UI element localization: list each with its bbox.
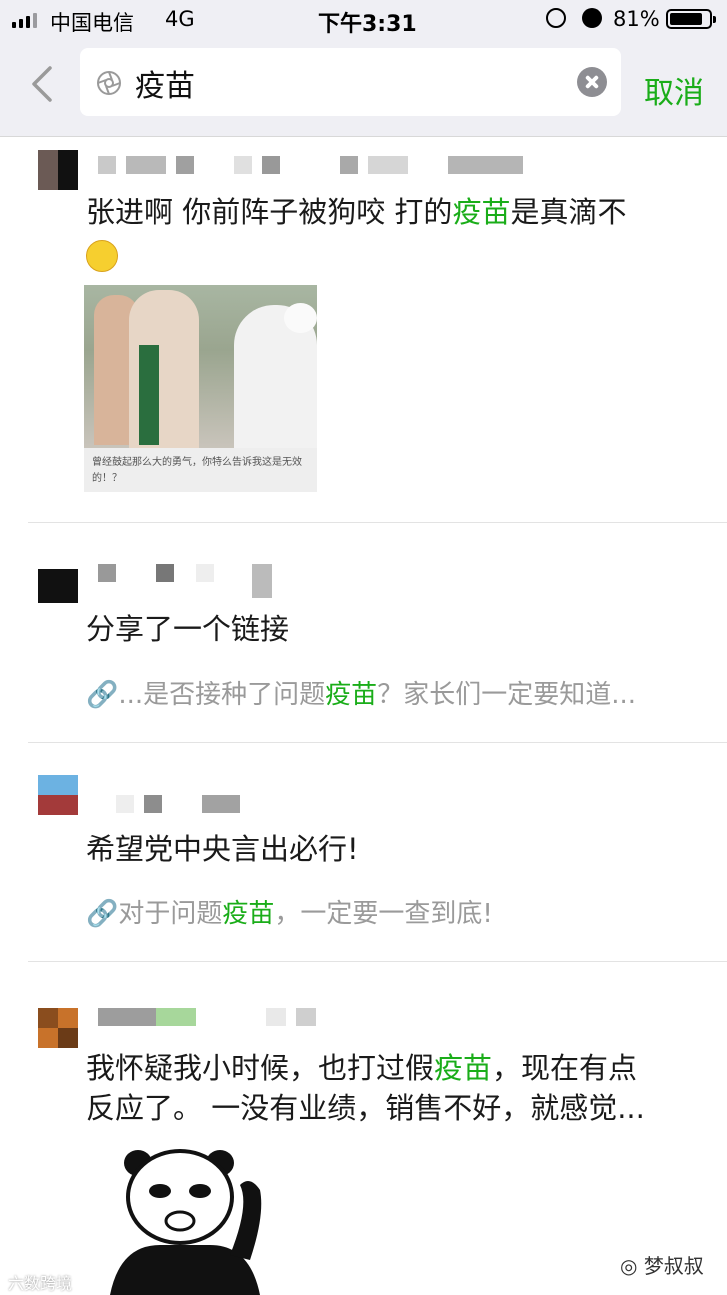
post-text: 张进啊 你前阵子被狗咬 打的疫苗是真滴不 xyxy=(86,192,626,232)
divider xyxy=(28,742,727,743)
link-icon: 🔗 xyxy=(86,899,119,929)
clear-icon[interactable] xyxy=(577,67,607,97)
image-caption: 曾经鼓起那么大的勇气，你特么告诉我这是无效的！？ xyxy=(92,457,302,484)
avatar[interactable] xyxy=(38,775,78,815)
keyword-highlight: 疫苗 xyxy=(325,680,378,710)
link-icon: 🔗 xyxy=(86,680,119,710)
divider xyxy=(28,961,727,962)
author-name-redacted xyxy=(98,156,523,174)
post-text: 我怀疑我小时候，也打过假疫苗，现在有点 xyxy=(86,1048,637,1088)
avatar[interactable] xyxy=(38,1008,78,1048)
post-text: 希望党中央言出必行! xyxy=(86,832,359,866)
link-text: 对于问题 xyxy=(118,899,223,929)
carrier-label: 中国电信 xyxy=(50,11,134,35)
watermark-text: 梦叔叔 xyxy=(643,1254,704,1278)
shared-link[interactable]: 🔗...是否接种了问题疫苗？家长们一定要知道... xyxy=(86,674,636,711)
link-text: ...是否接种了问题 xyxy=(118,680,326,710)
cancel-button[interactable]: 取消 xyxy=(644,68,704,112)
link-text: ，一定要一查到底! xyxy=(274,899,493,929)
signal-icon xyxy=(12,12,37,28)
divider xyxy=(28,522,727,523)
search-field[interactable]: 疫苗 xyxy=(80,48,621,116)
panda-meme-image[interactable] xyxy=(100,1145,270,1295)
search-input[interactable]: 疫苗 xyxy=(135,61,195,105)
post-text-part: 张进啊 你前阵子被狗咬 打的 xyxy=(86,195,453,229)
post-image[interactable]: 曾经鼓起那么大的勇气，你特么告诉我这是无效的！？ xyxy=(84,285,317,492)
vaccination-photo xyxy=(84,285,317,448)
keyword-highlight: 疫苗 xyxy=(222,899,275,929)
post-text-line2: 反应了。 一没有业绩，销售不好，就感觉... xyxy=(86,1091,645,1125)
author-name-redacted xyxy=(98,564,272,598)
network-label: 4G xyxy=(165,7,195,31)
post-text: 分享了一个链接 xyxy=(86,612,290,646)
chevron-left-icon xyxy=(32,66,52,102)
status-bar: 中国电信 4G 下午3:31 81% xyxy=(0,0,727,40)
author-name-redacted xyxy=(98,1008,316,1026)
battery-fill xyxy=(670,13,703,25)
post-text-part: ，现在有点 xyxy=(492,1051,638,1085)
watermark-left: 六数跨境 xyxy=(8,1274,73,1293)
battery-icon xyxy=(666,9,716,29)
avatar[interactable] xyxy=(38,563,78,603)
keyword-highlight: 疫苗 xyxy=(452,195,511,229)
emoji-icon xyxy=(86,236,118,272)
post-text-part: 我怀疑我小时候，也打过假 xyxy=(86,1051,435,1085)
shared-link[interactable]: 🔗对于问题疫苗，一定要一查到底! xyxy=(86,893,493,930)
keyword-highlight: 疫苗 xyxy=(434,1051,493,1085)
back-button[interactable] xyxy=(28,64,54,104)
watermark-right: ◎ 梦叔叔 xyxy=(620,1250,704,1279)
post-text-part: 是真滴不 xyxy=(510,195,627,229)
search-header: 疫苗 取消 xyxy=(0,40,727,137)
alarm-icon xyxy=(582,8,602,28)
battery-percent: 81% xyxy=(613,7,660,31)
rotation-lock-icon xyxy=(546,8,566,28)
wechat-logo-icon: ◎ xyxy=(620,1254,638,1278)
clock: 下午3:31 xyxy=(318,12,417,37)
author-name-redacted xyxy=(98,795,240,813)
link-text: ？家长们一定要知道... xyxy=(377,680,636,710)
avatar[interactable] xyxy=(38,150,78,190)
aperture-search-icon xyxy=(97,71,121,95)
